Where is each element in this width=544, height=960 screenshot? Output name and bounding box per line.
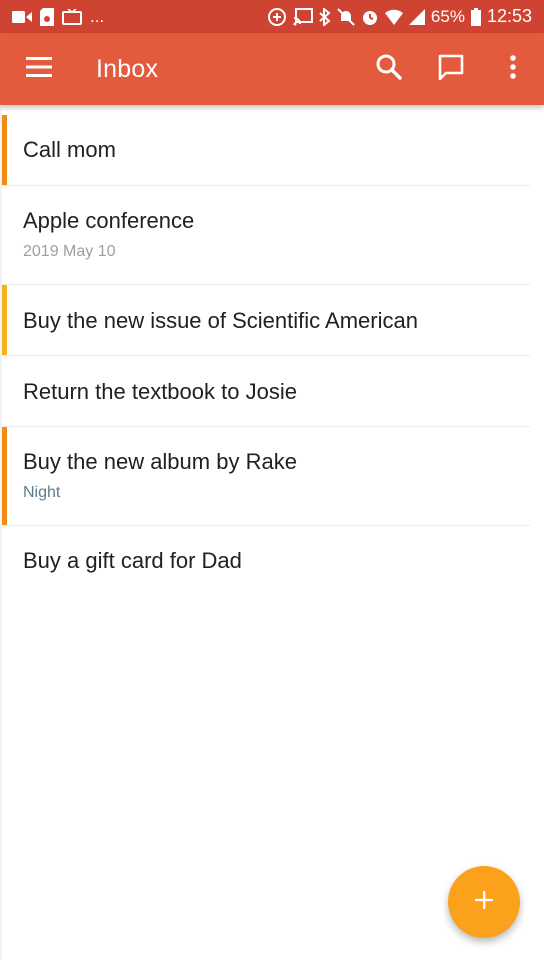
battery-icon xyxy=(470,7,481,27)
task-title: Buy the new album by Rake xyxy=(23,449,297,474)
task-item[interactable]: Apple conference 2019 May 10 xyxy=(0,186,530,285)
battery-percent: 65% xyxy=(430,6,465,26)
task-list: Call mom Apple conference 2019 May 10 Bu… xyxy=(0,115,544,597)
status-more: ... xyxy=(90,6,105,26)
storage-card-icon xyxy=(40,7,54,27)
cast-icon xyxy=(293,7,313,27)
wifi-icon xyxy=(384,7,403,27)
bluetooth-icon xyxy=(319,7,331,27)
task-item[interactable]: Buy a gift card for Dad xyxy=(0,526,530,597)
comments-button[interactable] xyxy=(420,33,482,105)
app-bar: Inbox xyxy=(0,33,544,105)
plus-icon xyxy=(473,889,495,916)
task-due-date: 2019 May 10 xyxy=(23,243,116,260)
app-actions xyxy=(358,33,544,105)
hamburger-menu-icon xyxy=(26,56,52,82)
signal-icon xyxy=(408,7,425,27)
task-title: Buy the new issue of Scientific American xyxy=(23,308,418,333)
task-title: Return the textbook to Josie xyxy=(23,379,297,404)
data-saver-icon xyxy=(267,7,287,27)
task-title: Call mom xyxy=(23,137,116,162)
page-title: Inbox xyxy=(96,54,159,83)
task-item[interactable]: Return the textbook to Josie xyxy=(0,356,530,427)
task-item[interactable]: Buy the new album by Rake Night xyxy=(0,427,530,526)
comment-icon xyxy=(438,54,464,85)
status-right: 65% 12:53 xyxy=(267,6,532,27)
add-task-button[interactable] xyxy=(448,866,520,938)
search-button[interactable] xyxy=(358,33,420,105)
task-tag: Night xyxy=(23,484,61,501)
task-title: Buy a gift card for Dad xyxy=(23,548,242,573)
alarm-icon xyxy=(361,7,379,27)
video-call-icon xyxy=(12,7,32,27)
search-icon xyxy=(376,54,402,85)
mute-icon xyxy=(337,7,355,27)
tv-icon xyxy=(62,7,82,27)
more-options-button[interactable] xyxy=(482,33,544,105)
task-item[interactable]: Call mom xyxy=(0,115,530,186)
status-bar: ... 65% 12:53 xyxy=(0,0,544,33)
status-left: ... xyxy=(12,7,104,27)
menu-button[interactable] xyxy=(0,33,78,105)
task-item[interactable]: Buy the new issue of Scientific American xyxy=(0,285,530,356)
clock: 12:53 xyxy=(486,6,532,26)
task-title: Apple conference xyxy=(23,208,195,233)
more-vert-icon xyxy=(509,54,517,84)
